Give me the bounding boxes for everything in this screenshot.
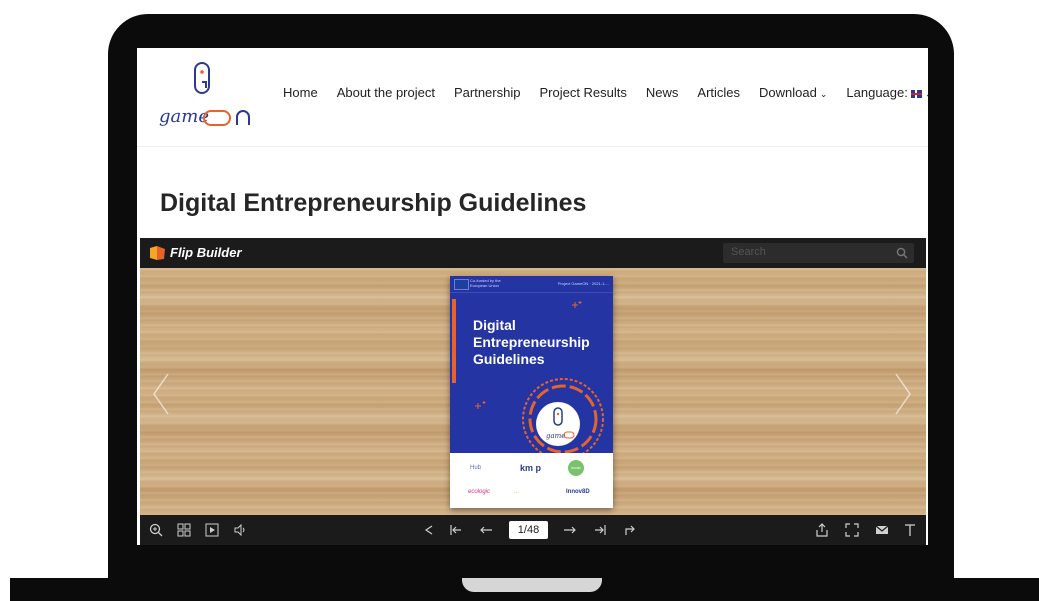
nav-project-results[interactable]: Project Results (539, 85, 626, 100)
zoom-in-icon[interactable] (148, 522, 164, 538)
partner-logo: Innov8D (566, 489, 590, 495)
nav-download[interactable]: Download ⌄ (759, 85, 827, 100)
skip-back-icon[interactable] (448, 522, 464, 538)
logo-on-icon (203, 110, 250, 126)
search-input[interactable]: Search (723, 243, 914, 263)
nav-partnership[interactable]: Partnership (454, 85, 520, 100)
svg-text:game: game (546, 432, 565, 440)
nav-download-label: Download (759, 85, 817, 100)
flipbook-viewer: Flip Builder Search Co-funded by the Eur… (140, 238, 926, 545)
thumbnails-icon[interactable] (176, 522, 192, 538)
eu-flag-icon (454, 279, 469, 290)
browser-screen: game Home About the project Partnership … (137, 48, 928, 545)
viewer-topbar: Flip Builder Search (140, 238, 926, 268)
partner-logo: ... (514, 489, 520, 495)
book-title: Digital Entrepreneurship Guidelines (473, 317, 590, 367)
site-header: game Home About the project Partnership … (137, 48, 928, 147)
uk-flag-icon (910, 89, 922, 98)
partner-logo: km p (520, 463, 542, 473)
first-page-icon[interactable] (420, 522, 436, 538)
text-mode-icon[interactable] (902, 522, 918, 538)
book-partner-logos: Hub km p ecolo ecologic ... Innov8D (450, 453, 613, 508)
search-icon[interactable] (896, 247, 908, 259)
chevron-down-icon: ⌄ (925, 89, 928, 99)
search-placeholder: Search (731, 246, 766, 258)
partner-logo: ecolo (568, 460, 584, 476)
sound-icon[interactable] (232, 522, 248, 538)
skip-forward-icon[interactable] (592, 522, 608, 538)
book-emblem-icon: game (522, 378, 604, 460)
nav-language[interactable]: Language: ⌄ (846, 85, 928, 100)
last-page-icon[interactable] (622, 522, 638, 538)
book-funded-by: Co-funded by the European Union (470, 278, 501, 288)
site-logo[interactable]: game (159, 60, 269, 134)
viewer-brand: Flip Builder (170, 245, 242, 260)
logo-mark-icon (194, 62, 210, 94)
nav-language-label: Language: (846, 85, 908, 100)
nav-news[interactable]: News (646, 85, 679, 100)
autoplay-icon[interactable] (204, 522, 220, 538)
laptop-notch (462, 578, 602, 592)
nav-home[interactable]: Home (283, 85, 318, 100)
book-accent-bar (452, 299, 456, 383)
share-icon[interactable] (814, 522, 830, 538)
book-header-strip: Co-funded by the European Union Project … (450, 276, 613, 293)
prev-page-icon[interactable] (478, 522, 494, 538)
nav-articles[interactable]: Articles (697, 85, 740, 100)
next-page-arrow-icon[interactable] (892, 372, 914, 416)
main-nav: Home About the project Partnership Proje… (283, 85, 928, 100)
logo-text: game (159, 106, 209, 127)
nav-about[interactable]: About the project (337, 85, 435, 100)
page-indicator[interactable]: 1/48 (509, 521, 548, 539)
chevron-down-icon: ⌄ (819, 89, 828, 99)
sparkle-icon (572, 301, 582, 308)
book-project-line: Project GameON · 2021-1-... (557, 281, 609, 286)
next-page-icon[interactable] (562, 522, 578, 538)
sparkle-icon (475, 401, 486, 409)
email-icon[interactable] (874, 522, 890, 538)
partner-logo: ecologic (468, 489, 491, 495)
prev-page-arrow-icon[interactable] (150, 372, 172, 416)
flipbuilder-logo-icon (150, 246, 165, 260)
fullscreen-icon[interactable] (844, 522, 860, 538)
partner-logo: Hub (470, 465, 482, 471)
page-title: Digital Entrepreneurship Guidelines (160, 189, 587, 217)
viewer-toolbar: 1/48 (140, 515, 926, 545)
book-page[interactable]: Co-funded by the European Union Project … (450, 276, 613, 508)
